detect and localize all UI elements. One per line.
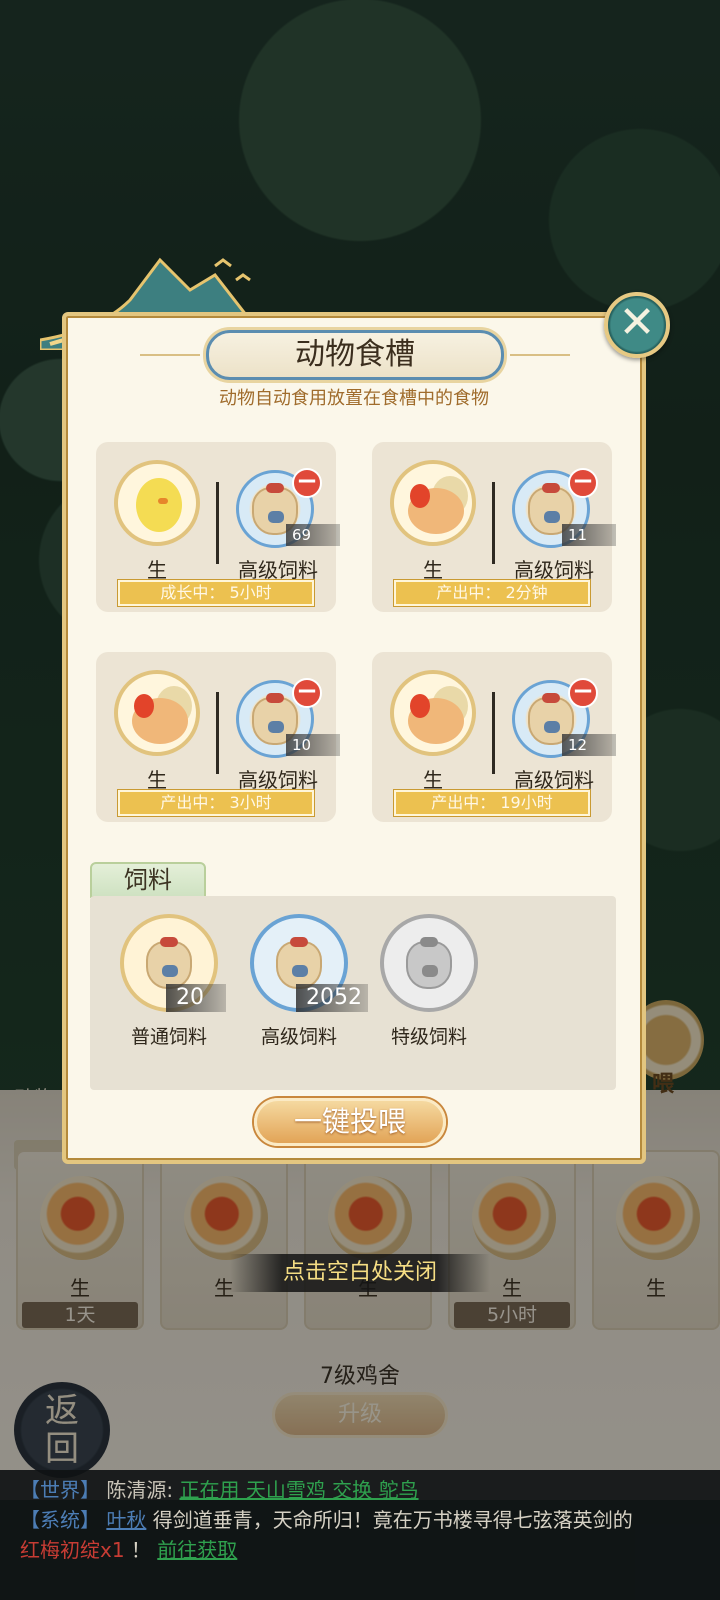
feed-name: 普通饲料 [130,1026,207,1048]
rooster-icon [390,670,476,756]
close-button[interactable]: ✕ [604,292,670,358]
feed-count: 20 [166,984,226,1012]
divider [216,482,219,564]
chat-link[interactable]: 前往获取 [157,1538,237,1562]
feed-inventory-panel: 20 普通饲料 2052 高级饲料 特级饲料 [90,896,616,1090]
trough-slot[interactable]: − 11 生 高级饲料 产出中： 2分钟 [372,442,616,612]
chat-player-link[interactable]: 叶秋 [106,1508,146,1532]
animal-name: 生 [147,768,167,792]
status-bar: 产出中： 19小时 [394,790,590,816]
remove-food-button[interactable]: − [568,678,598,708]
status-bar: 产出中： 3小时 [118,790,314,816]
dialog-title-plaque: 动物食槽 [206,330,504,380]
chat-channel: 【系统】 [20,1508,100,1532]
status-bar: 产出中： 2分钟 [394,580,590,606]
feed-item-special[interactable]: 特级饲料 [366,914,486,1074]
trough-slot[interactable]: − 12 生 高级饲料 产出中： 19小时 [372,652,616,822]
divider [216,692,219,774]
trough-slot[interactable]: − 10 生 高级饲料 产出中： 3小时 [96,652,340,822]
food-quantity: 10 [286,734,340,756]
chat-channel: 【世界】 [20,1478,100,1502]
chat-message: 红梅初绽x1 ！ 前往获取 [20,1534,720,1566]
status-bar: 成长中： 5小时 [118,580,314,606]
feed-section-tab: 饲料 [90,862,206,898]
rooster-icon [390,460,476,546]
chat-sender: 陈清源: [106,1478,174,1502]
chat-text: ！ [130,1538,151,1562]
feed-name: 高级饲料 [260,1026,337,1048]
special-feed-icon [380,914,478,1012]
animal-name: 生 [423,558,443,582]
title-ornament-left [140,354,200,356]
food-name: 高级饲料 [514,558,594,582]
food-name: 高级饲料 [514,768,594,792]
divider [492,482,495,564]
chat-message: 【系统】 叶秋 得剑道垂青，天命所归！竟在万书楼寻得七弦落英剑的 [20,1504,720,1536]
chat-message: 【世界】 陈清源: 正在用 天山雪鸡 交换 鸵鸟 [20,1474,720,1506]
dialog-subtitle: 动物自动食用放置在食槽中的食物 [219,388,489,409]
food-quantity: 69 [286,524,340,546]
divider [492,692,495,774]
food-name: 高级饲料 [238,558,318,582]
dialog-title: 动物食槽 [295,337,415,372]
chat-text: 得剑道垂青，天命所归！竟在万书楼寻得七弦落英剑的 [152,1508,633,1532]
food-quantity: 12 [562,734,616,756]
feed-name: 特级饲料 [390,1026,467,1048]
food-quantity: 11 [562,524,616,546]
animal-name: 生 [147,558,167,582]
food-name: 高级饲料 [238,768,318,792]
feed-all-button[interactable]: 一键投喂 [254,1098,446,1146]
rooster-icon [114,670,200,756]
animal-name: 生 [423,768,443,792]
feed-item-advanced[interactable]: 2052 高级饲料 [236,914,368,1074]
remove-food-button[interactable]: − [568,468,598,498]
close-icon: ✕ [618,297,656,348]
chat-panel[interactable]: 【世界】 陈清源: 正在用 天山雪鸡 交换 鸵鸟 【系统】 叶秋 得剑道垂青，天… [0,1470,720,1600]
chat-link[interactable]: 正在用 天山雪鸡 交换 鸵鸟 [179,1478,418,1502]
title-ornament-right [510,354,570,356]
feed-item-normal[interactable]: 20 普通饲料 [106,914,226,1074]
chick-icon [114,460,200,546]
remove-food-button[interactable]: − [292,468,322,498]
tap-to-close-hint: 点击空白处关闭 [230,1254,490,1292]
feed-count: 2052 [296,984,368,1012]
chat-reward: 红梅初绽x1 [20,1538,125,1562]
trough-slot[interactable]: − 69 生 高级饲料 成长中： 5小时 [96,442,340,612]
remove-food-button[interactable]: − [292,678,322,708]
